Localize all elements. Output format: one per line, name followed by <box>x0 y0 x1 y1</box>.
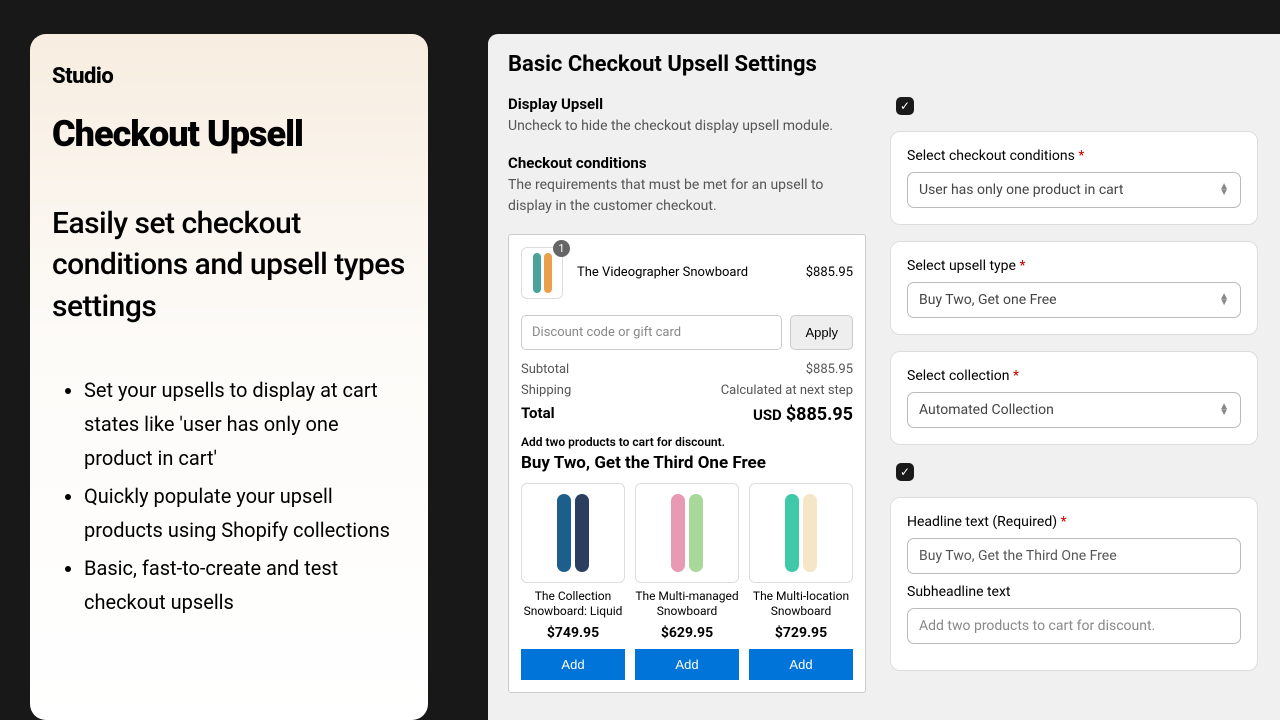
subheadline-label: Subheadline text <box>907 584 1241 600</box>
extra-checkbox[interactable]: ✓ <box>896 463 914 481</box>
promo-panel: Studio Checkout Upsell Easily set checko… <box>30 34 428 720</box>
product-name: The Multi-managed Snowboard <box>635 589 739 621</box>
promo-title: Checkout Upsell <box>52 113 406 155</box>
add-button[interactable]: Add <box>635 649 739 680</box>
settings-panel: Basic Checkout Upsell Settings Display U… <box>488 34 1280 720</box>
checkout-preview: 1 The Videographer Snowboard $885.95 Dis… <box>508 234 866 693</box>
product-card: The Multi-location Snowboard $729.95 Add <box>749 483 853 680</box>
product-image <box>749 483 853 583</box>
checkout-conditions-card: Select checkout conditions * User has on… <box>890 131 1258 225</box>
upsell-type-select[interactable]: Buy Two, Get one Free ▲▼ <box>907 282 1241 318</box>
headline-input[interactable]: Buy Two, Get the Third One Free <box>907 538 1241 574</box>
subtotal-value: $885.95 <box>806 362 853 377</box>
shipping-value: Calculated at next step <box>721 383 853 398</box>
collection-select[interactable]: Automated Collection ▲▼ <box>907 392 1241 428</box>
currency: USD <box>753 406 782 424</box>
product-card: The Collection Snowboard: Liquid $749.95… <box>521 483 625 680</box>
display-upsell-desc: Uncheck to hide the checkout display ups… <box>508 116 866 136</box>
add-button[interactable]: Add <box>521 649 625 680</box>
collection-card: Select collection * Automated Collection… <box>890 351 1258 445</box>
display-upsell-label: Display Upsell <box>508 95 866 113</box>
product-card: The Multi-managed Snowboard $629.95 Add <box>635 483 739 680</box>
headline-label: Headline text (Required) <box>907 514 1057 530</box>
cart-item-price: $885.95 <box>806 265 853 280</box>
cart-item-name: The Videographer Snowboard <box>577 265 792 280</box>
product-price: $629.95 <box>635 625 739 641</box>
collection-label: Select collection <box>907 368 1010 384</box>
list-item: Basic, fast-to-create and test checkout … <box>84 551 406 619</box>
total-label: Total <box>521 404 555 425</box>
upsell-type-card: Select upsell type * Buy Two, Get one Fr… <box>890 241 1258 335</box>
feature-list: Set your upsells to display at cart stat… <box>52 373 406 619</box>
conditions-desc: The requirements that must be met for an… <box>508 175 866 216</box>
headline-card: Headline text (Required) * Buy Two, Get … <box>890 497 1258 671</box>
product-image <box>521 483 625 583</box>
discount-input[interactable]: Discount code or gift card <box>521 315 782 350</box>
shipping-label: Shipping <box>521 383 571 398</box>
product-name: The Multi-location Snowboard <box>749 589 853 621</box>
chevron-up-down-icon: ▲▼ <box>1219 294 1229 306</box>
cart-badge: 1 <box>553 240 570 257</box>
list-item: Set your upsells to display at cart stat… <box>84 373 406 475</box>
list-item: Quickly populate your upsell products us… <box>84 479 406 547</box>
conditions-label: Checkout conditions <box>508 154 866 172</box>
chevron-up-down-icon: ▲▼ <box>1219 404 1229 416</box>
subheadline-input[interactable]: Add two products to cart for discount. <box>907 608 1241 644</box>
product-name: The Collection Snowboard: Liquid <box>521 589 625 621</box>
total-value: $885.95 <box>786 404 853 425</box>
chevron-up-down-icon: ▲▼ <box>1219 184 1229 196</box>
logo: Studio <box>52 64 406 89</box>
display-upsell-checkbox[interactable]: ✓ <box>896 97 914 115</box>
upsell-type-label: Select upsell type <box>907 258 1016 274</box>
product-price: $749.95 <box>521 625 625 641</box>
upsell-hint: Add two products to cart for discount. <box>521 435 853 449</box>
apply-button[interactable]: Apply <box>790 315 853 350</box>
checkout-conditions-select[interactable]: User has only one product in cart ▲▼ <box>907 172 1241 208</box>
add-button[interactable]: Add <box>749 649 853 680</box>
product-image <box>635 483 739 583</box>
upsell-title: Buy Two, Get the Third One Free <box>521 453 853 473</box>
page-title: Basic Checkout Upsell Settings <box>488 52 1280 95</box>
promo-lead: Easily set checkout conditions and upsel… <box>52 203 406 327</box>
product-price: $729.95 <box>749 625 853 641</box>
subtotal-label: Subtotal <box>521 362 569 377</box>
checkout-conditions-label: Select checkout conditions <box>907 148 1075 164</box>
